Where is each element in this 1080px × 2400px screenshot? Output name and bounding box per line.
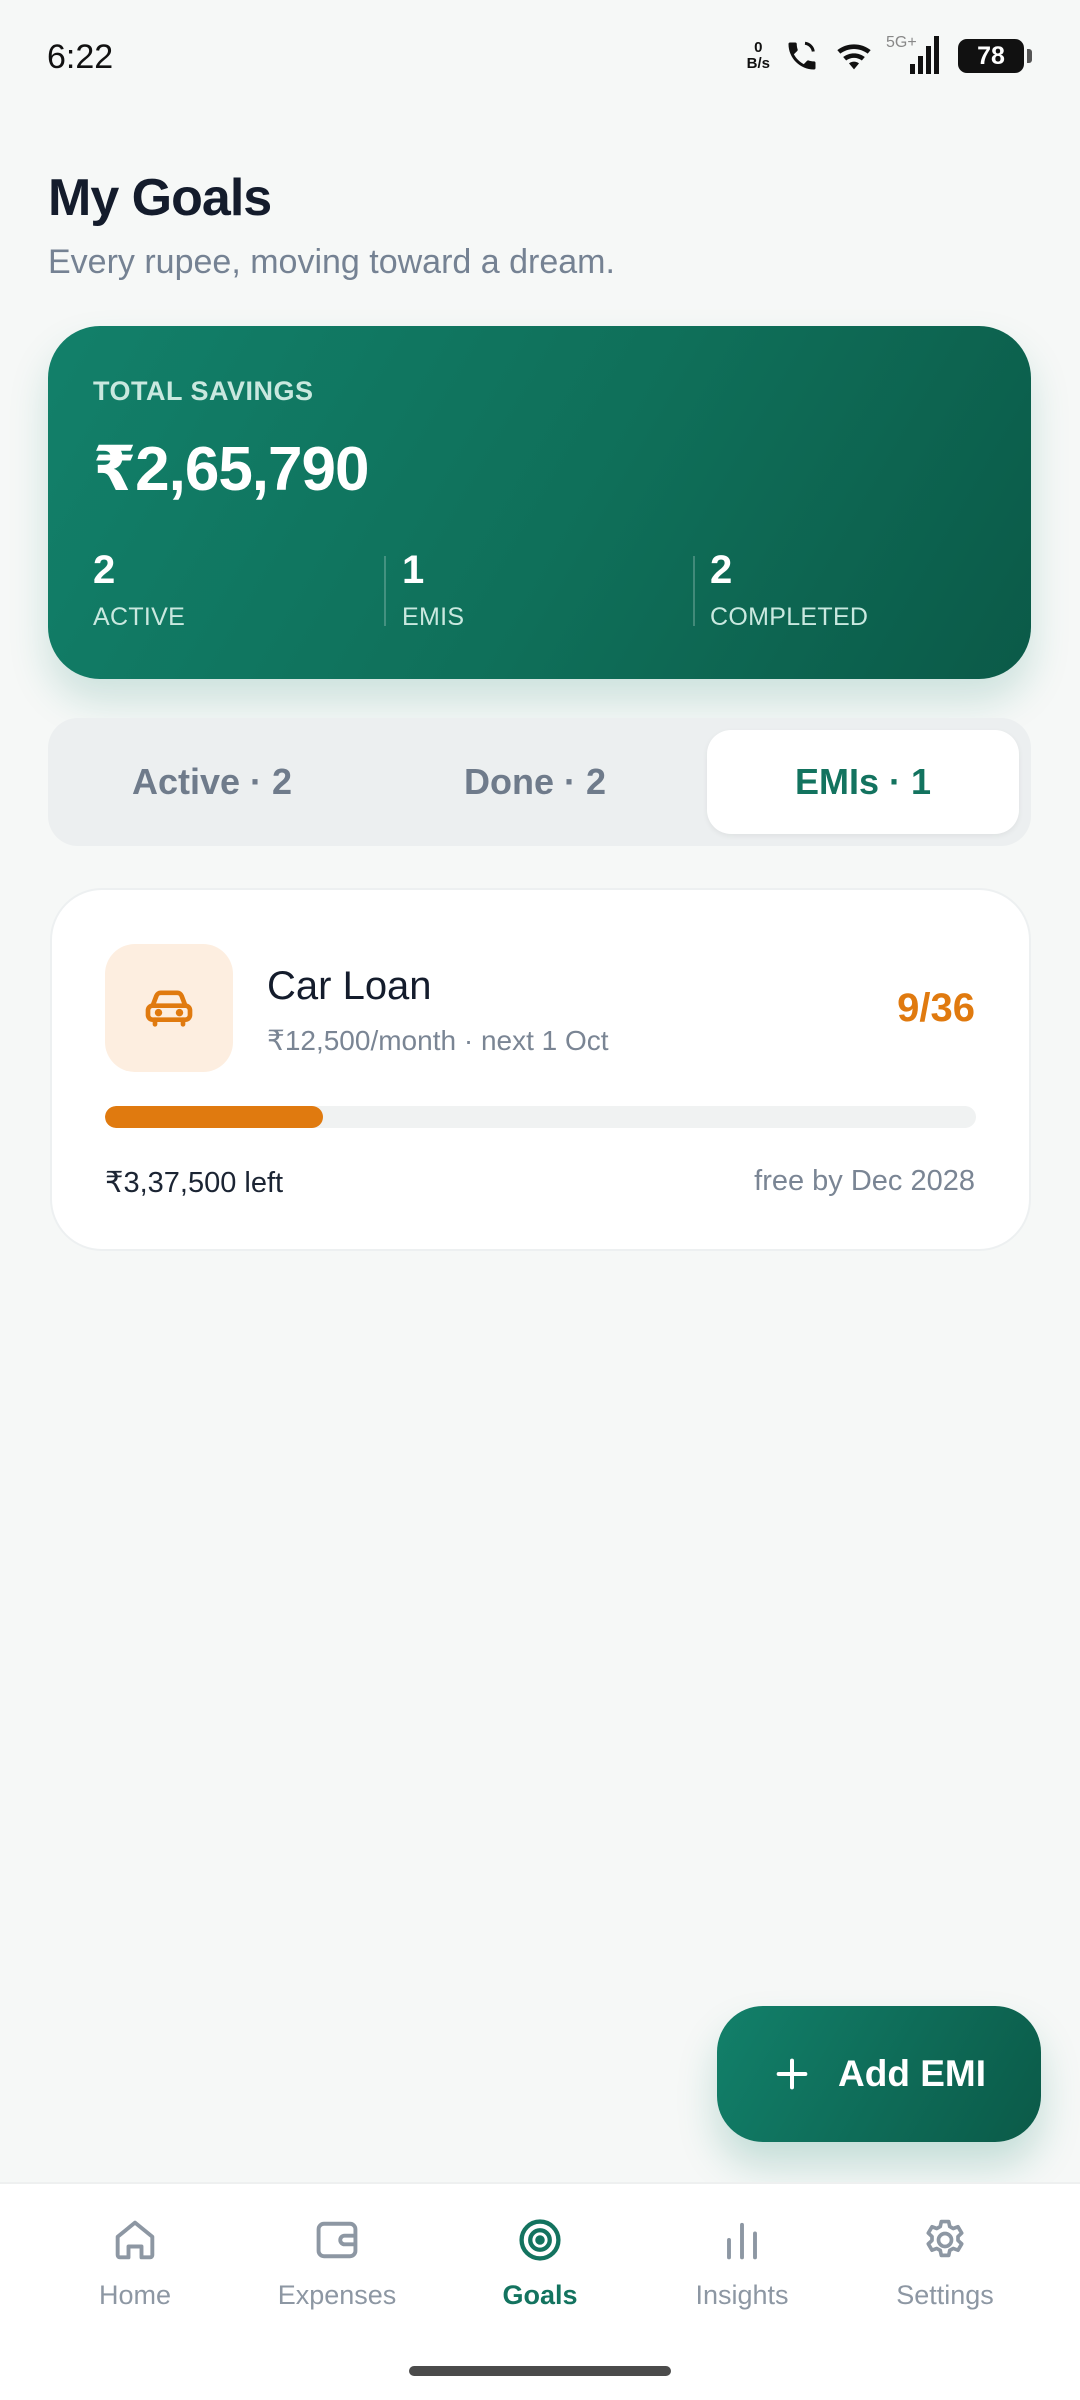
status-time: 6:22: [47, 38, 114, 76]
nav-item-home[interactable]: Home: [45, 2214, 225, 2311]
emi-installment-count: 9/36: [897, 986, 975, 1030]
tab-emis[interactable]: EMIs · 1: [707, 730, 1019, 834]
stat-divider: [384, 556, 386, 626]
plus-icon: [776, 2058, 808, 2090]
battery-indicator: 78: [958, 39, 1032, 73]
status-bar: 6:22 0 B/s 5G+ 78: [0, 0, 1080, 115]
emi-title: Car Loan: [267, 964, 432, 1008]
nav-label: Settings: [896, 2280, 994, 2310]
total-savings-card: TOTAL SAVINGS ₹2,65,790 2 ACTIVE 1 EMIS …: [48, 326, 1031, 679]
add-emi-button[interactable]: Add EMI: [717, 2006, 1041, 2142]
stat-emis: 1 EMIS: [402, 548, 464, 632]
network-speed-value: 0: [754, 39, 763, 56]
stat-label: ACTIVE: [93, 603, 186, 631]
stat-value: 2: [93, 548, 116, 592]
nav-label: Goals: [502, 2280, 578, 2310]
nav-item-expenses[interactable]: Expenses: [247, 2214, 427, 2311]
stat-label: COMPLETED: [710, 603, 869, 631]
stat-value: 2: [710, 548, 733, 592]
goal-tabs: Active · 2 Done · 2 EMIs · 1: [48, 718, 1031, 846]
wifi-call-icon: [788, 41, 816, 70]
nav-label: Expenses: [277, 2280, 397, 2310]
wifi-icon: [837, 44, 871, 70]
nav-label: Insights: [695, 2280, 789, 2310]
network-type-label: 5G+: [886, 34, 917, 51]
emi-icon-box: [105, 944, 233, 1072]
emi-progress-bar: [105, 1106, 976, 1128]
emi-subtitle: ₹12,500/month · next 1 Oct: [267, 1025, 609, 1056]
nav-item-goals[interactable]: Goals: [450, 2214, 630, 2311]
gear-icon: [926, 2219, 964, 2258]
nav-item-settings[interactable]: Settings: [855, 2214, 1035, 2311]
emi-card-car-loan[interactable]: Car Loan ₹12,500/month · next 1 Oct 9/36…: [50, 888, 1031, 1251]
network-speed-unit: B/s: [746, 55, 770, 72]
car-icon: [145, 990, 193, 1027]
stat-completed: 2 COMPLETED: [710, 548, 868, 632]
nav-label: Home: [98, 2280, 172, 2310]
cellular-signal-icon: 5G+: [886, 34, 944, 78]
stat-active: 2 ACTIVE: [93, 548, 185, 632]
total-savings-label: TOTAL SAVINGS: [93, 376, 314, 406]
wallet-icon: [316, 2221, 358, 2259]
tab-active[interactable]: Active · 2: [56, 730, 368, 834]
target-icon: [519, 2219, 561, 2261]
emi-remaining-amount: ₹3,37,500 left: [105, 1167, 284, 1199]
tab-done[interactable]: Done · 2: [379, 730, 691, 834]
page-title: My Goals: [48, 169, 272, 227]
stat-label: EMIS: [402, 603, 465, 631]
home-indicator: [409, 2366, 671, 2376]
bar-chart-icon: [727, 2222, 757, 2260]
emi-free-by-date: free by Dec 2028: [754, 1165, 975, 1197]
status-icons: 0 B/s 5G+ 78: [747, 34, 1032, 78]
emi-progress-fill: [105, 1106, 323, 1128]
page-subtitle: Every rupee, moving toward a dream.: [48, 243, 615, 281]
stat-divider: [693, 556, 695, 626]
network-speed: 0 B/s: [747, 40, 770, 72]
add-emi-label: Add EMI: [838, 2053, 986, 2094]
nav-item-insights[interactable]: Insights: [652, 2214, 832, 2311]
stat-value: 1: [402, 548, 425, 592]
total-savings-amount: ₹2,65,790: [93, 435, 369, 504]
home-icon: [115, 2220, 155, 2260]
